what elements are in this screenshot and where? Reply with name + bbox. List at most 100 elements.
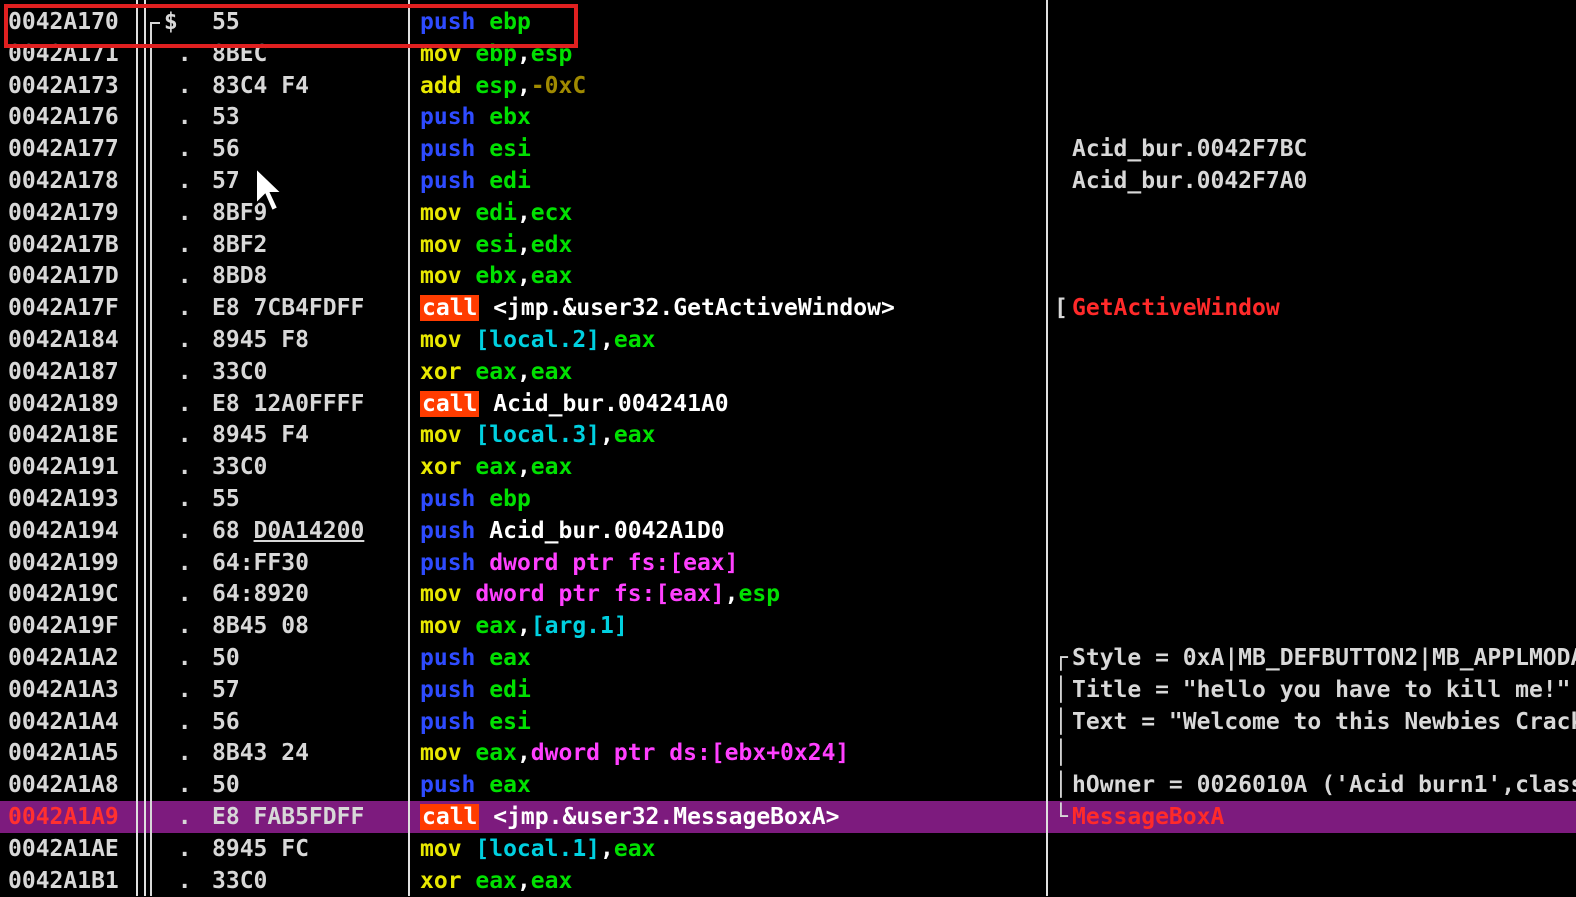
asm-token: push xyxy=(420,772,490,799)
instruction-comment xyxy=(1072,101,1576,133)
instruction-address: 0042A191 xyxy=(8,454,119,481)
instruction-row[interactable]: 0042A1A8 . 50 push eax │ hOwner = 0026010A (… xyxy=(0,769,1576,801)
asm-token: , xyxy=(516,231,531,258)
instruction-marker: . xyxy=(150,168,192,194)
asm-token: mov xyxy=(420,613,476,640)
asm-token: mov xyxy=(420,835,476,862)
instruction-comment xyxy=(1072,737,1576,769)
instruction-row[interactable]: 0042A173 . 83C4 F4 add esp,-0xC xyxy=(0,70,1576,102)
instruction-hex: E8 FAB5FDFF xyxy=(212,804,365,830)
instruction-comment xyxy=(1072,483,1576,515)
asm-token: eax xyxy=(530,263,573,290)
asm-token: call xyxy=(420,804,480,830)
instruction-disassembly: push dword ptr fs:[eax] xyxy=(420,547,1046,579)
asm-token: eax xyxy=(530,358,573,385)
asm-token: ecx xyxy=(530,199,573,226)
asm-token: call xyxy=(420,295,480,322)
asm-token: dword ptr ds:[ebx+0x24] xyxy=(530,740,850,767)
column-divider-hex[interactable] xyxy=(408,0,410,896)
instruction-address: 0042A178 xyxy=(8,168,119,194)
instruction-address: 0042A19C xyxy=(8,581,119,608)
asm-token: edi xyxy=(489,676,531,703)
call-bracket: └ xyxy=(1054,804,1068,830)
instruction-comment xyxy=(1072,388,1576,420)
instruction-row[interactable]: 0042A1AE . 8945 FC mov [local.1],eax xyxy=(0,833,1576,865)
instruction-disassembly: push eax xyxy=(420,769,1046,801)
instruction-address: 0042A1B1 xyxy=(8,867,119,894)
asm-token: -0xC xyxy=(530,72,587,99)
column-divider-address[interactable] xyxy=(136,0,138,896)
instruction-hex: 64:8920 xyxy=(212,581,309,608)
instruction-hex: 83C4 F4 xyxy=(212,72,309,99)
mouse-cursor-icon xyxy=(255,166,284,213)
instruction-row[interactable]: 0042A1A4 . 56 push esi │ Text = "Welcome to … xyxy=(0,706,1576,738)
asm-token: push xyxy=(420,486,490,512)
instruction-hex: 8BF9 xyxy=(212,199,268,226)
instruction-hex: 56 xyxy=(212,136,240,163)
asm-token: eax xyxy=(613,327,656,353)
instruction-row[interactable]: 0042A178 . 57 push edi Acid_bur.0042F7A0 xyxy=(0,165,1576,197)
asm-token: ebx xyxy=(475,263,517,290)
asm-token: [arg.1] xyxy=(530,613,628,640)
instruction-marker: . xyxy=(150,390,192,417)
instruction-row[interactable]: 0042A176 . 53 push ebx xyxy=(0,101,1576,133)
instruction-comment xyxy=(1072,229,1576,261)
instruction-hex: 8BF2 xyxy=(212,231,268,258)
call-bracket: │ xyxy=(1054,676,1068,703)
instruction-row[interactable]: 0042A1B1 . 33C0 xor eax,eax xyxy=(0,865,1576,897)
asm-token: push xyxy=(420,549,490,576)
asm-token: push xyxy=(420,676,490,703)
instruction-row[interactable]: 0042A191 . 33C0 xor eax,eax xyxy=(0,451,1576,483)
instruction-disassembly: push edi xyxy=(420,165,1046,197)
asm-token: mov xyxy=(420,327,476,353)
instruction-row[interactable]: 0042A1A2 . 50 push eax ┌ Style = 0xA|MB_DEFB… xyxy=(0,642,1576,674)
instruction-disassembly: mov dword ptr fs:[eax],esp xyxy=(420,578,1046,610)
instruction-comment xyxy=(1072,833,1576,865)
instruction-row[interactable]: 0042A19F . 8B45 08 mov eax,[arg.1] xyxy=(0,610,1576,642)
disassembly-pane[interactable]: 0042A170 $55 push ebp 0042A171 . 8BEC mov eb… xyxy=(0,0,1576,896)
instruction-disassembly: add esp,-0xC xyxy=(420,70,1046,102)
instruction-row[interactable]: 0042A187 . 33C0 xor eax,eax xyxy=(0,356,1576,388)
instruction-row[interactable]: 0042A193 . 55 push ebp xyxy=(0,483,1576,515)
instruction-disassembly: mov ebx,eax xyxy=(420,260,1046,292)
instruction-disassembly: push edi xyxy=(420,674,1046,706)
asm-token: , xyxy=(600,422,614,449)
instruction-disassembly: call <jmp.&user32.MessageBoxA> xyxy=(420,801,1046,833)
instruction-disassembly: call <jmp.&user32.GetActiveWindow> xyxy=(420,292,1046,324)
asm-token: Acid_bur.0042A1D0 xyxy=(489,517,725,544)
instruction-row[interactable]: 0042A17F . E8 7CB4FDFF call <jmp.&user32.G… xyxy=(0,292,1576,324)
instruction-row[interactable]: 0042A177 . 56 push esi Acid_bur.0042F7BC xyxy=(0,133,1576,165)
instruction-row[interactable]: 0042A189 . E8 12A0FFFF call Acid_bur.00424… xyxy=(0,388,1576,420)
asm-token: mov xyxy=(420,231,476,258)
instruction-row[interactable]: 0042A18E . 8945 F4 mov [local.3],eax xyxy=(0,419,1576,451)
instruction-row[interactable]: 0042A179 . 8BF9 mov edi,ecx xyxy=(0,197,1576,229)
instruction-row[interactable]: 0042A199 . 64:FF30 push dword ptr fs:[eax] xyxy=(0,547,1576,579)
instruction-disassembly: push ebx xyxy=(420,101,1046,133)
instruction-marker: . xyxy=(150,835,192,862)
asm-token: eax xyxy=(475,358,517,385)
instruction-marker: . xyxy=(150,422,192,449)
asm-token: push xyxy=(420,136,490,163)
asm-token: , xyxy=(600,835,614,862)
instruction-disassembly: mov [local.3],eax xyxy=(420,419,1046,451)
asm-token: call xyxy=(420,390,480,417)
instruction-row[interactable]: 0042A184 . 8945 F8 mov [local.2],eax xyxy=(0,324,1576,356)
asm-token: ebx xyxy=(489,104,531,131)
asm-token: eax xyxy=(613,422,656,449)
instruction-row[interactable]: 0042A1A9 . E8 FAB5FDFF call <jmp.&user32.M… xyxy=(0,801,1576,833)
red-highlight-box xyxy=(4,4,578,48)
asm-token: edi xyxy=(489,168,531,194)
column-divider-disassembly[interactable] xyxy=(1046,0,1048,896)
procedure-bracket-line xyxy=(150,22,152,896)
instruction-row[interactable]: 0042A1A3 . 57 push edi │ Title = "hello you … xyxy=(0,674,1576,706)
instruction-row[interactable]: 0042A17D . 8BD8 mov ebx,eax xyxy=(0,260,1576,292)
instruction-marker: . xyxy=(150,295,192,322)
instruction-hex: 8BD8 xyxy=(212,263,268,290)
instruction-disassembly: push esi xyxy=(420,706,1046,738)
instruction-row[interactable]: 0042A1A5 . 8B43 24 mov eax,dword ptr ds:[e… xyxy=(0,737,1576,769)
instruction-address: 0042A1A3 xyxy=(8,676,119,703)
instruction-row[interactable]: 0042A17B . 8BF2 mov esi,edx xyxy=(0,229,1576,261)
asm-token: esi xyxy=(489,708,531,735)
instruction-row[interactable]: 0042A19C . 64:8920 mov dword ptr fs:[eax],… xyxy=(0,578,1576,610)
instruction-row[interactable]: 0042A194 . 68 D0A14200 push Acid_bur.0042A… xyxy=(0,515,1576,547)
